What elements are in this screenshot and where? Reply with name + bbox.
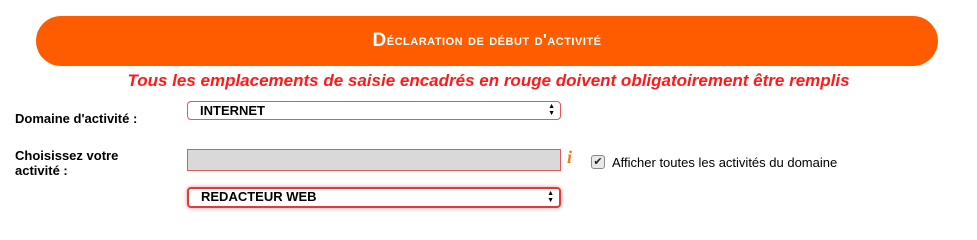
form-title: éclaration de début d'activité — [386, 32, 602, 49]
select-arrows-icon: ▲ ▼ — [547, 190, 554, 204]
activity-label: Choisissez votre activité : — [15, 148, 118, 178]
info-icon[interactable]: i — [567, 147, 572, 168]
activity-label-line2: activité : — [15, 163, 68, 178]
domain-select[interactable]: INTERNET ▲ ▼ — [187, 101, 561, 120]
show-all-activities-checkbox[interactable]: ✔ — [591, 155, 605, 169]
select-arrows-icon: ▲ ▼ — [548, 103, 555, 117]
activity-select[interactable]: REDACTEUR WEB ▲ ▼ — [187, 187, 561, 208]
activity-select-value: REDACTEUR WEB — [201, 189, 317, 204]
domain-select-value: INTERNET — [200, 103, 265, 118]
form-header-banner: Déclaration de début d'activité — [36, 16, 938, 66]
domain-label: Domaine d'activité : — [15, 111, 138, 126]
activity-label-line1: Choisissez votre — [15, 148, 119, 163]
checkmark-icon: ✔ — [593, 155, 603, 168]
activity-declaration-form: Déclaration de début d'activité Tous les… — [0, 0, 977, 233]
activity-search-input[interactable] — [187, 149, 561, 171]
form-title-initial: D — [372, 30, 387, 51]
show-all-activities-label[interactable]: Afficher toutes les activités du domaine — [612, 155, 837, 170]
required-fields-notice: Tous les emplacements de saisie encadrés… — [127, 71, 850, 90]
